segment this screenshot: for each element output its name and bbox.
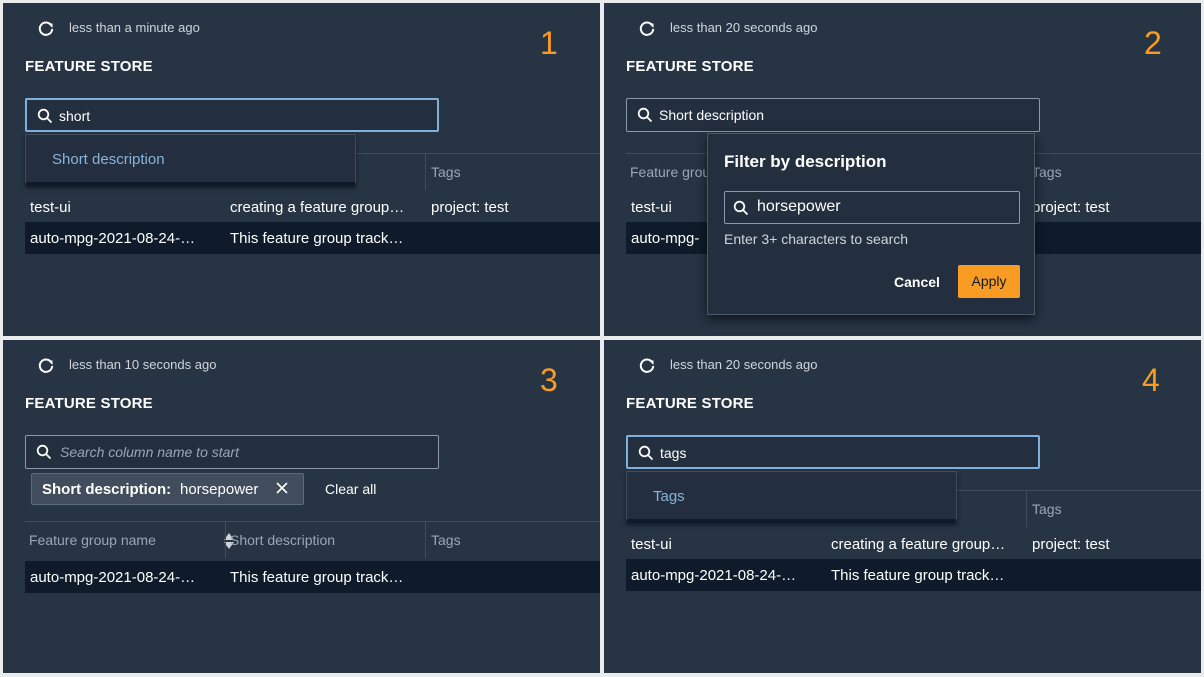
search-input[interactable]: tags — [626, 435, 1040, 469]
cell-group-name[interactable]: test-ui — [30, 199, 71, 216]
refresh-icon[interactable] — [638, 20, 656, 38]
filter-chip-value: horsepower — [180, 481, 259, 498]
cell-description: creating a feature group… — [831, 536, 1006, 553]
filter-chip-key: Short description: — [42, 481, 172, 498]
page-title: FEATURE STORE — [626, 58, 754, 75]
cell-tags: project: test — [1032, 199, 1110, 216]
table-row[interactable]: auto-mpg-2021-08-24-… This feature group… — [626, 559, 1201, 591]
search-icon — [36, 444, 52, 460]
close-icon[interactable] — [275, 481, 289, 495]
last-refreshed-text: less than 20 seconds ago — [670, 20, 818, 35]
table-row[interactable]: test-ui creating a feature group… projec… — [626, 528, 1201, 560]
filter-hint: Enter 3+ characters to search — [724, 231, 909, 247]
cell-group-name[interactable]: test-ui — [631, 199, 672, 216]
cancel-button[interactable]: Cancel — [894, 274, 940, 290]
popover-title: Filter by description — [724, 152, 887, 171]
table-row[interactable]: test-ui creating a feature group… projec… — [25, 191, 600, 223]
column-header-tags[interactable]: Tags — [1032, 164, 1062, 180]
cell-tags: project: test — [1032, 536, 1110, 553]
cell-description: This feature group track… — [831, 567, 1005, 584]
table-header: Feature group name Short description Tag… — [25, 521, 600, 558]
apply-button[interactable]: Apply — [958, 265, 1020, 298]
cell-tags: project: test — [431, 199, 509, 216]
panel-step-1: less than a minute ago 1 FEATURE STORE s… — [3, 3, 600, 336]
column-header-tags[interactable]: Tags — [1032, 501, 1062, 517]
cell-group-name[interactable]: test-ui — [631, 536, 672, 553]
column-divider — [1026, 491, 1027, 527]
page-title: FEATURE STORE — [25, 58, 153, 75]
search-value: tags — [660, 445, 687, 461]
panel-step-4: less than 20 seconds ago 4 FEATURE STORE… — [604, 340, 1201, 673]
filter-chip: Short description: horsepower — [31, 473, 304, 505]
column-header-tags[interactable]: Tags — [431, 532, 461, 548]
cell-group-name[interactable]: auto-mpg-2021-08-24-… — [631, 567, 796, 584]
step-number: 3 — [540, 362, 558, 398]
column-divider — [225, 522, 226, 558]
search-placeholder: Search column name to start — [60, 444, 239, 460]
column-divider — [425, 154, 426, 190]
search-icon — [37, 108, 53, 124]
refresh-icon[interactable] — [37, 20, 55, 38]
refresh-icon[interactable] — [638, 357, 656, 375]
cell-description: This feature group track… — [230, 230, 404, 247]
column-header-tags[interactable]: Tags — [431, 164, 461, 180]
panel-step-3: less than 10 seconds ago 3 FEATURE STORE… — [3, 340, 600, 673]
search-input[interactable]: short — [25, 98, 439, 132]
cell-group-name[interactable]: auto-mpg-2021-08-24-… — [30, 569, 195, 586]
refresh-icon[interactable] — [37, 357, 55, 375]
search-value: short — [59, 108, 91, 124]
search-icon — [638, 445, 654, 461]
last-refreshed-text: less than 10 seconds ago — [69, 357, 217, 372]
last-refreshed-text: less than 20 seconds ago — [670, 357, 818, 372]
page-title: FEATURE STORE — [626, 395, 754, 412]
table-row[interactable]: auto-mpg-2021-08-24-… This feature group… — [25, 222, 600, 254]
column-header-short-description[interactable]: Short description — [230, 532, 335, 548]
dropdown-option-tags[interactable]: Tags — [653, 488, 685, 505]
search-input[interactable]: Short description — [626, 98, 1040, 132]
dropdown-option-short-description[interactable]: Short description — [52, 151, 165, 168]
column-header-feature-group-name[interactable]: Feature grou — [630, 164, 710, 180]
description-filter-input[interactable]: horsepower — [724, 191, 1020, 224]
cell-description: This feature group track… — [230, 569, 404, 586]
clear-all-button[interactable]: Clear all — [325, 481, 376, 497]
filter-input-value: horsepower — [757, 198, 841, 215]
filter-popover: Filter by description horsepower Enter 3… — [707, 133, 1035, 315]
panel-step-2: less than 20 seconds ago 2 FEATURE STORE… — [604, 3, 1201, 336]
page-title: FEATURE STORE — [25, 395, 153, 412]
column-header-feature-group-name[interactable]: Feature group name — [29, 532, 156, 548]
search-input[interactable]: Search column name to start — [25, 435, 439, 469]
step-number: 2 — [1144, 25, 1162, 61]
column-divider — [425, 522, 426, 558]
cell-group-name[interactable]: auto-mpg-2021-08-24-… — [30, 230, 195, 247]
autocomplete-dropdown: Short description — [25, 134, 356, 186]
cell-description: creating a feature group… — [230, 199, 405, 216]
table-row[interactable]: auto-mpg-2021-08-24-… This feature group… — [25, 561, 600, 593]
step-number: 1 — [540, 25, 558, 61]
cell-group-name[interactable]: auto-mpg- — [631, 230, 699, 247]
autocomplete-dropdown: Tags — [626, 471, 957, 523]
last-refreshed-text: less than a minute ago — [69, 20, 200, 35]
four-panel-grid: less than a minute ago 1 FEATURE STORE s… — [0, 0, 1204, 677]
search-value: Short description — [659, 107, 765, 123]
search-icon — [637, 107, 653, 123]
step-number: 4 — [1142, 362, 1160, 398]
search-icon — [733, 200, 749, 216]
